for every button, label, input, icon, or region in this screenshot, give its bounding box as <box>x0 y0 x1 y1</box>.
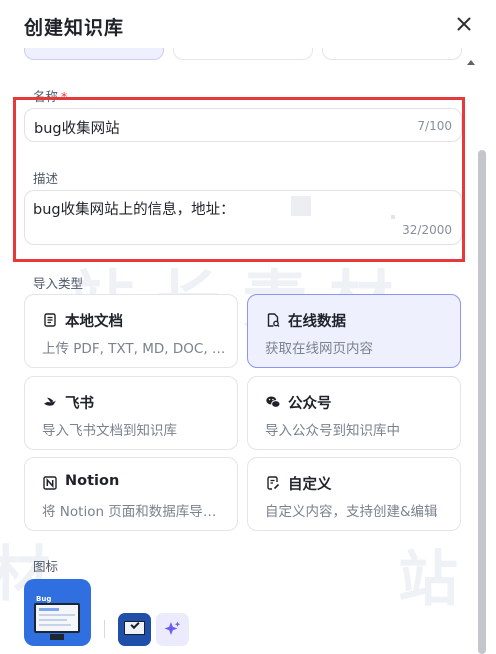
import-type-label: 导入类型 <box>33 276 84 291</box>
monitor-stand <box>50 634 64 640</box>
card-description: 将 Notion 页面和数据库导入到知识库 <box>42 504 228 520</box>
card-title: 公众号 <box>288 396 332 412</box>
sparkle-icon <box>164 621 181 635</box>
create-knowledge-base-dialog: 站 长 素 材 站 材 站 名称* bug收集网站 7/100 描述 bug收集… <box>0 0 496 654</box>
icon-option-monitor[interactable] <box>118 613 151 646</box>
description-textarea[interactable]: bug收集网站上的信息，地址： 32/2000 <box>24 190 462 245</box>
wechat-icon <box>265 394 281 410</box>
card-title: 在线数据 <box>288 314 346 330</box>
edit-doc-icon <box>265 475 281 491</box>
screen-bar <box>39 624 71 626</box>
name-char-counter: 7/100 <box>417 119 452 133</box>
card-description: 自定义内容，支持创建&编辑 <box>265 504 438 520</box>
name-input[interactable]: bug收集网站 7/100 <box>24 108 462 142</box>
document-icon <box>42 312 58 328</box>
import-type-notion[interactable]: Notion 将 Notion 页面和数据库导入到知识库 <box>24 457 238 531</box>
ai-generate-icon-button[interactable] <box>156 613 189 646</box>
import-type-local-doc[interactable]: 本地文档 上传 PDF, TXT, MD, DOC, DOCX 格式的本地文件 <box>24 294 238 368</box>
notion-icon <box>42 475 58 491</box>
watermark: 站 <box>398 545 458 615</box>
screen-bar <box>39 608 59 611</box>
dialog-title: 创建知识库 <box>24 17 125 39</box>
card-title: 本地文档 <box>65 314 123 330</box>
knowledge-base-icon-preview[interactable]: Bug <box>24 579 91 646</box>
screen-bar <box>39 614 75 616</box>
name-label: 名称 * <box>33 89 68 104</box>
import-type-online-data[interactable]: 在线数据 获取在线网页内容 <box>247 294 461 368</box>
divider <box>104 620 105 638</box>
feishu-icon <box>42 394 58 410</box>
description-char-counter: 32/2000 <box>402 223 452 237</box>
screen-bar <box>39 619 67 621</box>
description-label: 描述 <box>33 171 59 186</box>
icon-label: 图标 <box>33 559 59 574</box>
close-button[interactable] <box>452 12 476 36</box>
description-value: bug收集网站上的信息，地址： <box>33 202 235 218</box>
scroll-up-arrow-icon[interactable] <box>466 57 476 67</box>
card-title: 自定义 <box>288 477 332 493</box>
redacted-text <box>291 196 311 216</box>
name-input-value: bug收集网站 <box>34 121 120 137</box>
required-mark: * <box>61 89 68 104</box>
import-type-custom[interactable]: 自定义 自定义内容，支持创建&编辑 <box>247 457 461 531</box>
card-description: 导入飞书文档到知识库 <box>42 423 177 439</box>
card-description: 上传 PDF, TXT, MD, DOC, DOCX 格式的本地文件 <box>42 341 228 357</box>
redacted-text <box>391 215 395 219</box>
card-description: 获取在线网页内容 <box>265 341 373 357</box>
monitor-image <box>34 603 80 633</box>
card-description: 导入公众号到知识库中 <box>265 423 400 439</box>
web-page-icon <box>265 312 281 328</box>
close-icon <box>457 17 471 31</box>
card-title: 飞书 <box>65 396 94 412</box>
card-title: Notion <box>65 473 120 489</box>
import-type-wechat[interactable]: 公众号 导入公众号到知识库中 <box>247 376 461 450</box>
scrollbar-thumb[interactable] <box>478 150 486 654</box>
dialog-header: 创建知识库 <box>0 0 496 48</box>
bug-logo-text: Bug <box>36 595 52 603</box>
import-type-feishu[interactable]: 飞书 导入飞书文档到知识库 <box>24 376 238 450</box>
